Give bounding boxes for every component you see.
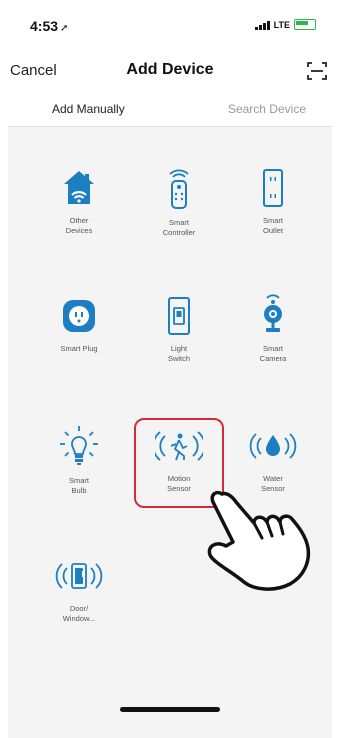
plug-icon (63, 300, 95, 332)
device-door-window[interactable]: Door/ Window... (36, 556, 122, 652)
signal-icon (254, 20, 270, 30)
status-time-wrap: 4:53 ➚ (30, 18, 68, 34)
device-smart-controller[interactable]: Smart Controller (136, 166, 222, 262)
device-light-switch[interactable]: Light Switch (136, 296, 222, 392)
device-label: Smart Outlet (262, 216, 283, 235)
status-time: 4:53 (30, 18, 59, 34)
camera-icon (264, 294, 282, 332)
device-label: Smart Camera (259, 344, 287, 363)
device-smart-plug[interactable]: Smart Plug (36, 296, 122, 392)
device-label: Light Switch (167, 344, 191, 363)
scan-icon[interactable] (306, 60, 328, 82)
home-icon (64, 171, 94, 204)
status-bar: 4:53 ➚ LTE (8, 0, 332, 36)
water-sensor-icon (249, 433, 297, 459)
status-indicators: LTE (254, 19, 316, 30)
tab-bar: Add Manually Search Device (8, 94, 332, 127)
tab-add-manually[interactable]: Add Manually (52, 102, 125, 116)
network-label: LTE (273, 19, 290, 30)
pointing-hand-icon (207, 490, 311, 591)
light-switch-icon (168, 297, 190, 335)
device-label: Smart Bulb (68, 476, 89, 495)
device-smart-camera[interactable]: Smart Camera (230, 292, 316, 388)
device-label: Other Devices (65, 216, 93, 235)
page-title: Add Device (126, 61, 214, 78)
remote-control-icon (169, 169, 189, 209)
home-indicator[interactable] (120, 707, 220, 712)
battery-icon (294, 19, 316, 30)
device-other-devices[interactable]: Other Devices (36, 168, 122, 264)
outlet-icon (263, 169, 283, 207)
phone-screen: 4:53 ➚ LTE Cancel Add Device Add Manually… (8, 0, 332, 738)
location-arrow-icon: ➚ (60, 23, 69, 34)
bulb-icon (60, 426, 98, 465)
device-smart-outlet[interactable]: Smart Outlet (230, 168, 316, 264)
nav-bar: Cancel Add Device (8, 50, 332, 90)
device-label: Smart Plug (60, 344, 98, 353)
device-smart-bulb[interactable]: Smart Bulb (36, 424, 122, 520)
device-label: Door/ Window... (62, 604, 96, 623)
device-label: Smart Controller (162, 218, 196, 237)
door-window-sensor-icon (55, 563, 103, 589)
tab-search-device[interactable]: Search Device (228, 102, 306, 116)
